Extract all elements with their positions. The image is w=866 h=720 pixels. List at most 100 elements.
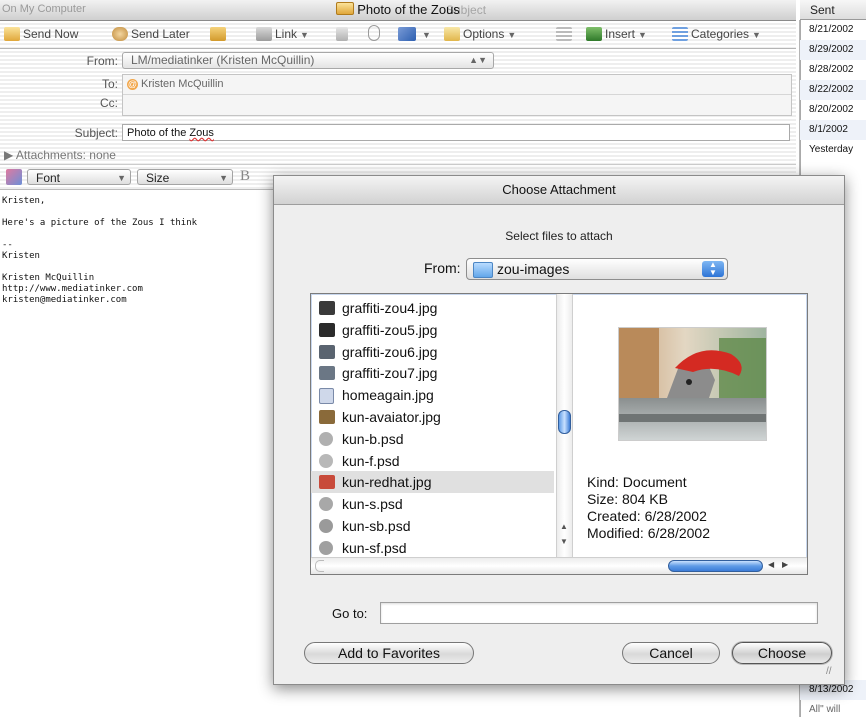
chevron-down-icon: ▼ bbox=[117, 173, 126, 183]
size-popup[interactable]: Size ▼ bbox=[137, 169, 233, 185]
options-button[interactable]: Options ▼ bbox=[444, 25, 516, 43]
scroll-track-cap bbox=[315, 560, 324, 572]
send-later-button[interactable]: Send Later bbox=[112, 25, 190, 43]
toolbar: Send Now Send Later Link ▼ ▼ Options ▼ Ins… bbox=[0, 21, 796, 49]
file-name: graffiti-zou5.jpg bbox=[342, 321, 438, 338]
add-to-favorites-button[interactable]: Add to Favorites bbox=[304, 642, 474, 664]
insert-button[interactable]: Insert ▼ bbox=[586, 25, 647, 43]
dialog-title: Choose Attachment bbox=[274, 176, 844, 205]
insert-table-icon bbox=[586, 27, 602, 41]
to-label: To: bbox=[101, 77, 118, 91]
signature-icon bbox=[398, 27, 416, 41]
delete-button[interactable] bbox=[336, 25, 351, 43]
style-icon[interactable] bbox=[6, 169, 22, 185]
sent-date[interactable]: 8/29/2002 bbox=[800, 40, 866, 60]
psd-icon bbox=[319, 540, 333, 555]
file-name: graffiti-zou6.jpg bbox=[342, 343, 438, 360]
file-row[interactable]: kun-sf.psd bbox=[311, 537, 554, 557]
file-row[interactable]: kun-b.psd bbox=[311, 428, 554, 450]
file-row[interactable]: homeagain.jpg bbox=[311, 384, 554, 406]
file-row[interactable]: kun-f.psd bbox=[311, 450, 554, 472]
format-button[interactable] bbox=[556, 25, 575, 43]
folder-icon bbox=[473, 262, 493, 278]
sent-date[interactable]: 8/28/2002 bbox=[800, 60, 866, 80]
sent-date[interactable]: Yesterday bbox=[800, 140, 866, 160]
scroll-right-arrow-icon[interactable]: ▶ bbox=[782, 560, 788, 569]
recipients-field[interactable]: @ Kristen McQuillin bbox=[122, 74, 792, 116]
photo-icon bbox=[319, 301, 335, 315]
file-row[interactable]: graffiti-zou5.jpg bbox=[311, 319, 554, 341]
folder-popup[interactable]: zou-images ▲ ▼ bbox=[466, 258, 728, 280]
file-name: kun-sf.psd bbox=[342, 539, 407, 556]
cancel-button[interactable]: Cancel bbox=[622, 642, 720, 664]
file-name: kun-f.psd bbox=[342, 452, 400, 469]
bold-button[interactable]: B bbox=[240, 168, 250, 185]
chevron-down-icon: ▼ bbox=[422, 30, 431, 40]
from-folder-label: From: bbox=[424, 260, 461, 276]
file-list: graffiti-zou4.jpg graffiti-zou5.jpg graffi… bbox=[311, 294, 556, 557]
photo-icon bbox=[319, 344, 335, 359]
psd-icon bbox=[319, 453, 333, 468]
scroll-left-arrow-icon[interactable]: ◀ bbox=[768, 560, 774, 569]
attachments-disclosure[interactable]: ▶ Attachments: none bbox=[4, 148, 116, 162]
choose-button[interactable]: Choose bbox=[732, 642, 832, 664]
categories-button[interactable]: Categories ▼ bbox=[672, 25, 761, 43]
format-icon bbox=[556, 27, 572, 41]
popup-stepper-icon: ▲▼ bbox=[469, 55, 487, 65]
font-popup[interactable]: Font ▼ bbox=[27, 169, 131, 185]
scroll-thumb[interactable] bbox=[668, 560, 763, 572]
file-row[interactable]: graffiti-zou7.jpg bbox=[311, 362, 554, 384]
sent-date[interactable]: 8/22/2002 bbox=[800, 80, 866, 100]
scroll-up-arrow-icon[interactable]: ▲ bbox=[560, 522, 568, 531]
file-row[interactable]: kun-redhat.jpg bbox=[311, 471, 554, 494]
attach-button[interactable] bbox=[210, 25, 229, 43]
file-browser: graffiti-zou4.jpg graffiti-zou5.jpg graffi… bbox=[310, 293, 808, 575]
file-row[interactable]: kun-sb.psd bbox=[311, 515, 554, 537]
scroll-down-arrow-icon[interactable]: ▼ bbox=[560, 537, 568, 546]
cc-label: Cc: bbox=[100, 96, 118, 110]
photo-icon bbox=[319, 322, 335, 337]
preview-thumbnail bbox=[618, 327, 767, 441]
chain-link-icon bbox=[256, 27, 272, 41]
field-divider bbox=[123, 94, 791, 95]
photo-icon bbox=[319, 410, 335, 424]
link-button[interactable]: Link ▼ bbox=[256, 25, 309, 43]
address-book-icon: @ bbox=[127, 79, 138, 90]
chevron-down-icon: ▼ bbox=[752, 30, 761, 40]
send-now-icon bbox=[4, 27, 20, 41]
file-name: kun-sb.psd bbox=[342, 518, 411, 534]
categories-icon bbox=[672, 27, 688, 41]
chevron-down-icon: ▼ bbox=[300, 30, 309, 40]
from-account-popup[interactable]: LM/mediatinker (Kristen McQuillin) ▲▼ bbox=[122, 52, 494, 69]
scroll-thumb[interactable] bbox=[558, 410, 571, 434]
psd-icon bbox=[319, 497, 333, 512]
file-row[interactable]: kun-avaiator.jpg bbox=[311, 406, 554, 428]
goto-input[interactable] bbox=[380, 602, 818, 624]
chevron-down-icon: ▼ bbox=[507, 30, 517, 40]
subject-field[interactable]: Photo of the Zous bbox=[122, 124, 790, 141]
choose-attachment-dialog: Choose Attachment Select files to attach… bbox=[273, 175, 845, 685]
file-row[interactable]: kun-s.psd bbox=[311, 493, 554, 515]
psd-icon bbox=[319, 519, 333, 533]
paperclip-button[interactable] bbox=[368, 25, 383, 43]
vertical-scrollbar[interactable]: ▲ ▼ bbox=[556, 294, 573, 557]
clock-icon bbox=[112, 27, 128, 41]
popup-stepper-icon: ▲▼ bbox=[702, 261, 724, 277]
sent-date[interactable]: 8/1/2002 bbox=[800, 120, 866, 140]
to-recipient[interactable]: @ Kristen McQuillin bbox=[127, 78, 224, 90]
trash-icon bbox=[336, 27, 348, 41]
horizontal-scrollbar[interactable]: ◀ ▶ bbox=[311, 557, 807, 574]
file-created: Created: 6/28/2002 bbox=[587, 508, 707, 524]
file-row[interactable]: graffiti-zou4.jpg bbox=[311, 297, 554, 319]
document-icon bbox=[319, 388, 334, 405]
sent-column-header[interactable]: Sent bbox=[800, 0, 866, 20]
sent-date[interactable]: 8/21/2002 bbox=[800, 20, 866, 40]
file-size: Size: 804 KB bbox=[587, 491, 668, 507]
file-modified: Modified: 6/28/2002 bbox=[587, 525, 710, 541]
file-row[interactable]: graffiti-zou6.jpg bbox=[311, 341, 554, 363]
signature-button[interactable]: ▼ bbox=[398, 25, 431, 43]
send-now-button[interactable]: Send Now bbox=[4, 25, 78, 43]
sent-date[interactable]: 8/20/2002 bbox=[800, 100, 866, 120]
resize-grip-icon[interactable]: // bbox=[826, 666, 832, 677]
message-body[interactable]: Kristen, Here's a picture of the Zous I … bbox=[2, 196, 272, 306]
